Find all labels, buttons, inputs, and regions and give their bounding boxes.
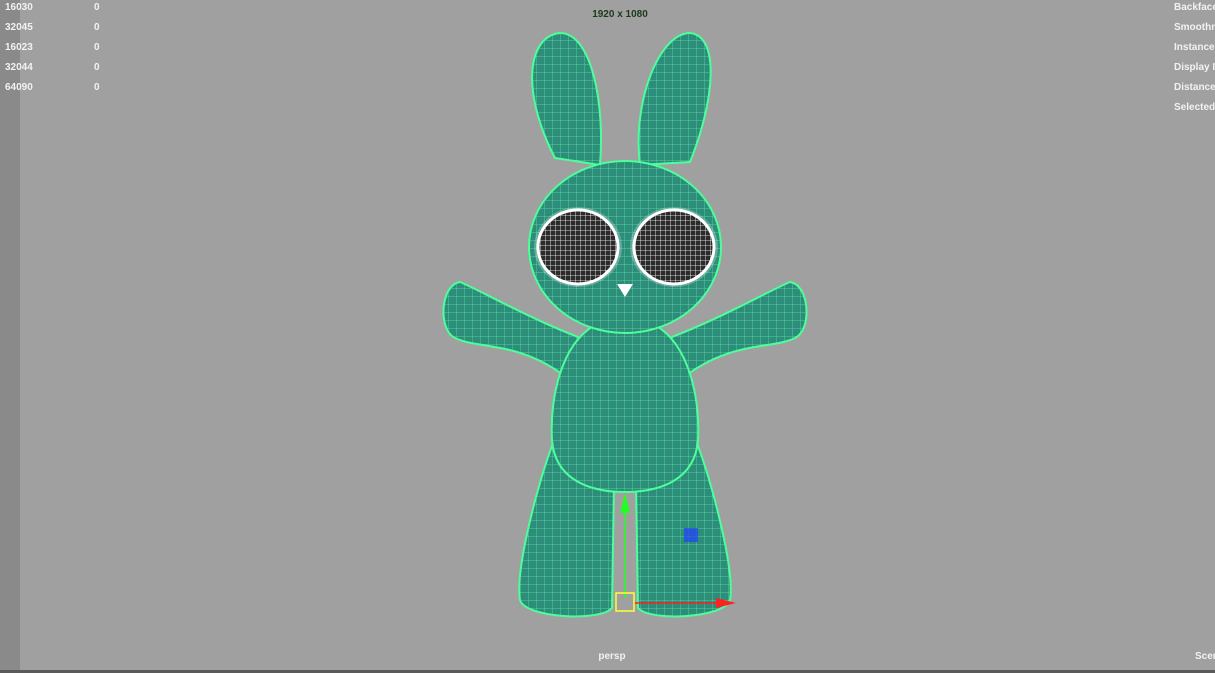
- hud-smoothness-label: Smoothn: [1174, 22, 1215, 33]
- hud-stat-tris-selected: 0: [94, 62, 100, 73]
- viewport-canvas[interactable]: [0, 0, 1215, 673]
- resolution-gate-label: 1920 x 1080: [592, 9, 648, 20]
- hud-stat-tris: 32044: [5, 62, 33, 73]
- hud-stat-edges: 32045: [5, 22, 33, 33]
- manipulator-y-arrow-icon[interactable]: [620, 493, 630, 513]
- hud-selected-label: Selected: [1174, 102, 1215, 113]
- hud-stat-uvs-selected: 0: [94, 82, 100, 93]
- hud-stat-uvs: 64090: [5, 82, 33, 93]
- hud-instance-label: Instance: [1174, 42, 1215, 53]
- hud-stat-faces-selected: 0: [94, 42, 100, 53]
- camera-name-label: persp: [598, 651, 626, 662]
- hud-display-label: Display I: [1174, 62, 1215, 73]
- hud-distance-label: Distance: [1174, 82, 1215, 93]
- eye-left: [534, 207, 622, 287]
- manipulator-z-handle[interactable]: [684, 528, 698, 542]
- eye-right: [630, 207, 718, 287]
- hud-stat-faces: 16023: [5, 42, 33, 53]
- hud-stat-edges-selected: 0: [94, 22, 100, 33]
- scene-label: Scen: [1195, 651, 1215, 662]
